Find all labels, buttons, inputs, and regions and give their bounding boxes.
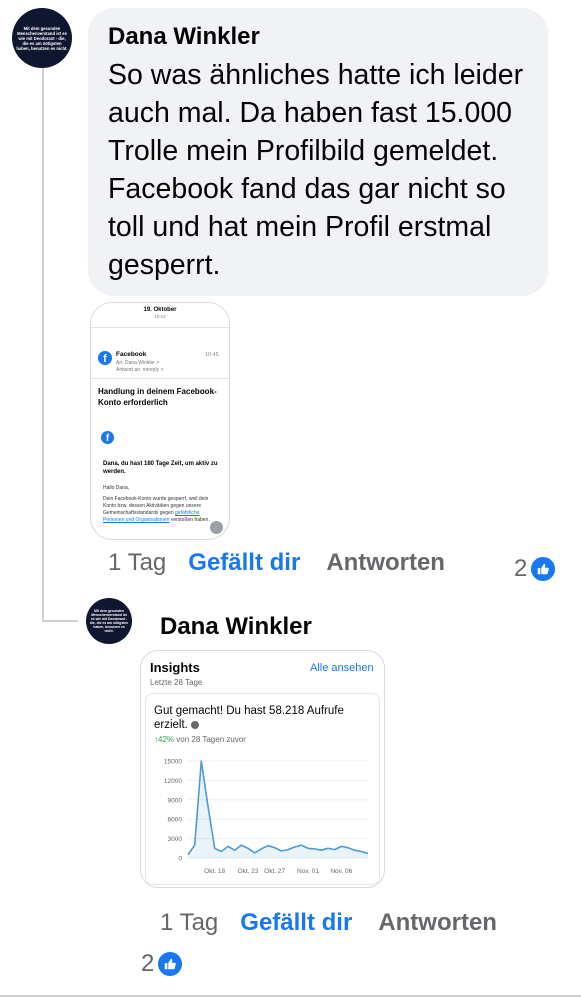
facebook-logo-icon: f [98,351,112,365]
divider [0,995,581,997]
comment-text: So was ähnliches hatte ich leider auch m… [108,59,524,281]
info-icon[interactable] [191,720,200,729]
reply-actions: 1 Tag Gefällt dir Antworten [160,909,497,937]
insights-change-suffix: von 28 Tagen zuvor [176,735,246,744]
insights-period: Letzte 28 Tage [150,678,203,687]
avatar[interactable]: Mit dem gesunden Menschenverstand ist es… [12,8,72,68]
chart-ytick-label: 0 [178,856,182,863]
facebook-logo-icon: f [101,431,114,444]
email-screenshot[interactable]: 19. Oktober 18:02 ‹ f Facebook 10:45 An:… [90,302,230,540]
back-chevron-icon: ‹ [91,311,94,318]
see-all-link[interactable]: Alle ansehen [310,662,374,674]
like-button[interactable]: Gefällt dir [240,909,352,937]
insights-headline: Gut gemacht! Du hast 58.218 Aufrufe erzi… [154,704,359,732]
comment-actions: 1 Tag Gefällt dir Antworten [108,549,445,577]
views-chart: 0 3000 6000 9000 12000 15000 Okt. 18 Okt. 23 Ok… [164,759,369,875]
thread-branch [42,620,78,622]
email-time-small: 18:02 [154,314,166,319]
insights-change: ↑42% [154,735,175,744]
email-reply-to: Antwort an: noreply > [116,367,164,373]
thread-line [42,64,44,622]
chart-ytick-label: 12000 [164,778,182,785]
chart-xtick-label: Okt. 23 [238,868,259,875]
reply-button[interactable]: Antworten [378,909,497,937]
insights-card: Gut gemacht! Du hast 58.218 Aufrufe erzi… [145,693,380,885]
avatar-text: Mit dem gesunden Menschenverstand ist es… [89,609,129,633]
comment-bubble: Dana Winkler So was ähnliches hatte ich … [88,8,548,296]
chart-xtick-label: Nov. 01 [297,868,319,875]
email-sender: Facebook [116,351,147,358]
chart-ytick-label: 15000 [164,759,182,766]
email-body: Dein Facebook-Konto wurde gesperrt, weil… [103,496,221,524]
insights-title: Insights [150,660,200,675]
chart-series-line [187,760,369,856]
avatar[interactable]: Mit dem gesunden Menschenverstand ist es… [86,598,132,644]
chart-area [188,761,368,858]
email-subject: Handlung in deinem Facebook-Konto erford… [98,387,217,407]
divider [91,378,229,379]
email-date: 19. Oktober [143,307,177,313]
link-icon [210,521,223,534]
email-greeting: Hallo Dana, [103,485,130,491]
email-body-end: verstoßen haben. [170,517,210,523]
reaction-count[interactable]: 2 [141,950,185,978]
thumbs-up-icon [529,555,558,583]
divider [91,327,229,328]
reply-time[interactable]: 1 Tag [160,909,218,937]
like-count: 2 [514,555,528,582]
reply-button[interactable]: Antworten [326,549,445,577]
insights-headline-text: Gut gemacht! Du hast 58.218 Aufrufe erzi… [154,705,344,731]
chart-ytick-label: 6000 [168,817,183,824]
reaction-count[interactable]: 2 [514,555,558,583]
avatar-text: Mit dem gesunden Menschenverstand ist es… [16,25,68,51]
email-to: An: Dana Winkler > [116,360,160,366]
email-time: 10:45 [205,352,219,358]
insights-change-row: ↑42% von 28 Tagen zuvor [154,735,246,744]
chart-ytick-label: 9000 [168,797,183,804]
like-count: 2 [141,950,155,977]
email-headline: Dana, du hast 180 Tage Zeit, um aktiv zu… [103,461,218,475]
chart-xtick-label: Okt. 18 [204,868,225,875]
insights-screenshot[interactable]: Insights Alle ansehen Letzte 28 Tage Gut… [140,650,385,888]
reply-author[interactable]: Dana Winkler [160,613,312,641]
like-button[interactable]: Gefällt dir [188,549,300,577]
comment-author[interactable]: Dana Winkler [108,23,260,51]
thumbs-up-icon [156,950,185,978]
chart-ytick-label: 3000 [168,836,183,843]
chart-xtick-label: Okt. 27 [264,868,285,875]
chart-xtick-label: Nov. 06 [330,868,352,875]
comment-time[interactable]: 1 Tag [108,549,166,577]
